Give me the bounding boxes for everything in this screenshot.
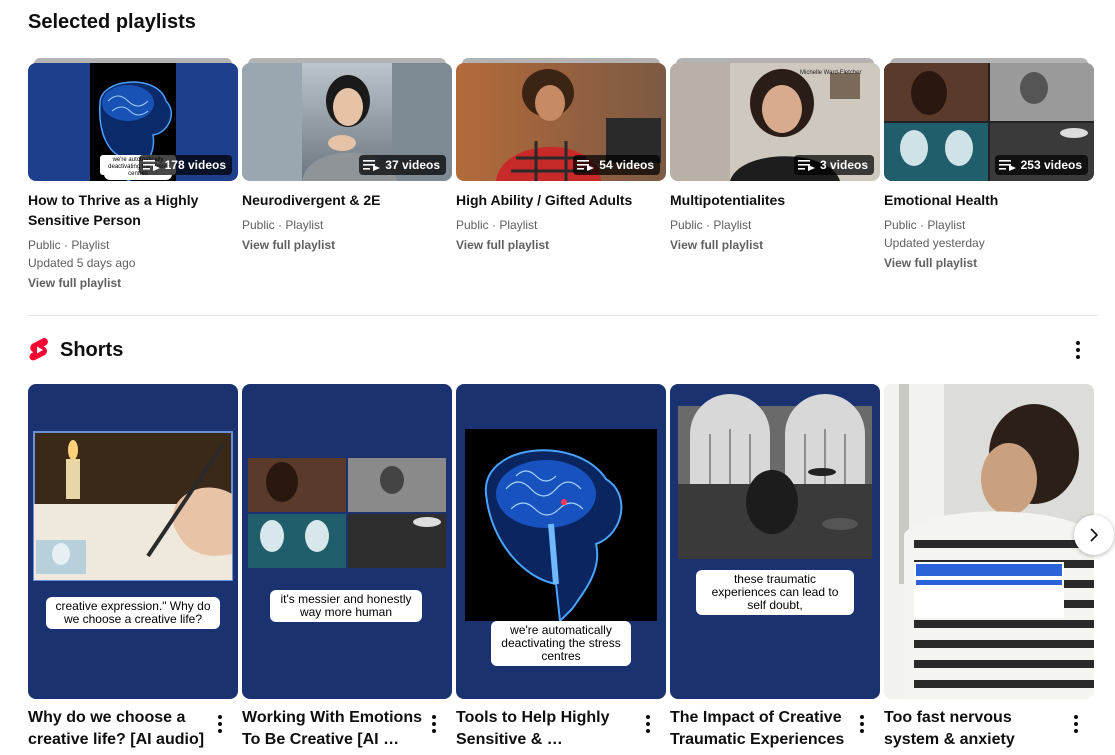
shorts-logo-icon bbox=[29, 338, 48, 361]
section-title-playlists: Selected playlists bbox=[28, 11, 196, 33]
short-more-options-icon[interactable] bbox=[852, 712, 872, 736]
short-thumbnail[interactable]: creative expression." Why do we choose a… bbox=[28, 384, 238, 699]
short-thumbnail[interactable]: we're automatically deactivating the str… bbox=[456, 384, 666, 699]
playlist-title[interactable]: Neurodivergent & 2E bbox=[242, 190, 447, 210]
writing-hand-image bbox=[33, 431, 233, 581]
short-more-options-icon[interactable] bbox=[210, 712, 230, 736]
playlist-visibility: Public · Playlist bbox=[456, 218, 538, 232]
short-title[interactable]: Tools to Help Highly Sensitive & … bbox=[456, 707, 636, 751]
collage-image bbox=[248, 458, 446, 568]
view-full-playlist-link[interactable]: View full playlist bbox=[670, 238, 763, 252]
drummer-image bbox=[678, 394, 872, 559]
view-full-playlist-link[interactable]: View full playlist bbox=[28, 276, 121, 290]
playlist-updated: Updated yesterday bbox=[884, 236, 985, 250]
video-count-badge: 54 videos bbox=[573, 155, 660, 175]
short-title[interactable]: Too fast nervous system & anxiety bbox=[884, 707, 1064, 751]
playlist-thumbnail[interactable]: we're automatically deactivating the str… bbox=[28, 63, 238, 181]
playlist-visibility: Public · Playlist bbox=[670, 218, 752, 232]
short-caption: it's messier and honestly way more human bbox=[270, 590, 422, 622]
playlist-thumbnail[interactable]: 253 videos bbox=[884, 63, 1094, 181]
playlist-icon bbox=[998, 160, 1016, 171]
playlist-title[interactable]: Multipotentialites bbox=[670, 190, 875, 210]
video-count-badge: 3 videos bbox=[793, 155, 874, 175]
short-thumbnail[interactable]: these traumatic experiences can lead to … bbox=[670, 384, 880, 699]
playlist-visibility: Public · Playlist bbox=[884, 218, 966, 232]
person-image bbox=[884, 384, 1094, 699]
playlist-title[interactable]: How to Thrive as a Highly Sensitive Pers… bbox=[28, 190, 233, 230]
playlist-title[interactable]: Emotional Health bbox=[884, 190, 1089, 210]
shorts-header: Shorts bbox=[28, 338, 123, 362]
video-count: 54 videos bbox=[599, 158, 654, 172]
short-caption: creative expression." Why do we choose a… bbox=[46, 597, 220, 629]
playlist-updated: Updated 5 days ago bbox=[28, 256, 136, 270]
shorts-more-options-icon[interactable] bbox=[1068, 338, 1088, 362]
video-count-badge: 37 videos bbox=[359, 155, 446, 175]
view-full-playlist-link[interactable]: View full playlist bbox=[242, 238, 335, 252]
video-count-badge: 178 videos bbox=[138, 155, 232, 175]
shorts-title: Shorts bbox=[60, 338, 124, 361]
playlist-icon bbox=[577, 160, 595, 171]
playlist-icon bbox=[797, 160, 815, 171]
short-title[interactable]: Why do we choose a creative life? [AI au… bbox=[28, 707, 208, 751]
video-count-badge: 253 videos bbox=[994, 155, 1088, 175]
playlist-visibility: Public · Playlist bbox=[28, 238, 110, 252]
video-count: 3 videos bbox=[819, 158, 868, 172]
playlist-visibility: Public · Playlist bbox=[242, 218, 324, 232]
short-caption: we're automatically deactivating the str… bbox=[491, 621, 631, 666]
short-title[interactable]: The Impact of Creative Traumatic Experie… bbox=[670, 707, 850, 751]
video-count: 178 videos bbox=[164, 158, 226, 172]
view-full-playlist-link[interactable]: View full playlist bbox=[456, 238, 549, 252]
short-more-options-icon[interactable] bbox=[638, 712, 658, 736]
short-more-options-icon[interactable] bbox=[1066, 712, 1086, 736]
playlist-thumbnail[interactable]: Michelle Ward-Fletcher 3 videos bbox=[670, 63, 880, 181]
short-thumbnail[interactable]: it's messier and honestly way more human bbox=[242, 384, 452, 699]
video-count: 37 videos bbox=[385, 158, 440, 172]
chevron-right-icon bbox=[1090, 528, 1099, 542]
thumbnail-text: Michelle Ward-Fletcher bbox=[800, 70, 862, 76]
next-button[interactable] bbox=[1074, 515, 1114, 555]
short-title[interactable]: Working With Emotions To Be Creative [AI… bbox=[242, 707, 422, 751]
short-thumbnail[interactable] bbox=[884, 384, 1094, 699]
playlist-thumbnail[interactable]: 37 videos bbox=[242, 63, 452, 181]
view-full-playlist-link[interactable]: View full playlist bbox=[884, 256, 977, 270]
playlist-icon bbox=[363, 160, 381, 171]
short-caption: these traumatic experiences can lead to … bbox=[696, 570, 854, 615]
playlist-title[interactable]: High Ability / Gifted Adults bbox=[456, 190, 661, 210]
section-divider bbox=[28, 315, 1098, 316]
video-count: 253 videos bbox=[1020, 158, 1082, 172]
playlist-thumbnail[interactable]: 54 videos bbox=[456, 63, 666, 181]
playlist-icon bbox=[142, 160, 160, 171]
short-more-options-icon[interactable] bbox=[424, 712, 444, 736]
